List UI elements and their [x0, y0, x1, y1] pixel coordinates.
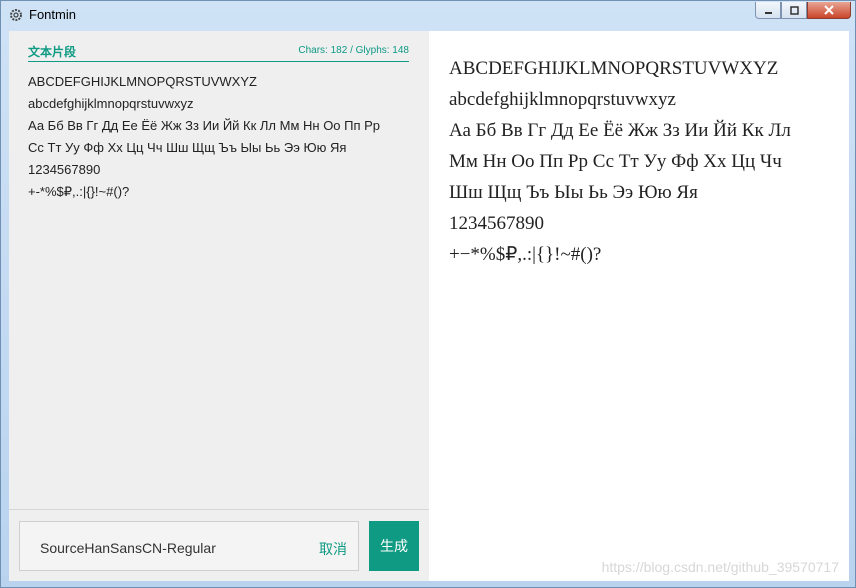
title-bar[interactable]: Fontmin [1, 1, 855, 29]
input-line-symbols: +-*%$₽,.:|{}!~#()? [28, 184, 130, 199]
maximize-button[interactable] [781, 2, 807, 19]
preview-line: +−*%$₽,.:|{}!~#()? [449, 244, 602, 265]
cancel-button[interactable]: 取消 [319, 539, 347, 559]
app-window: Fontmin 文本片段 Chars: 182 / Glyphs: 148 AB… [0, 0, 856, 588]
input-line-cyrillic-1: Аа Бб Вв Гг Дд Ее Ёё Жж Зз Ии Йй Кк Лл М… [28, 118, 381, 133]
glyph-stats: Chars: 182 / Glyphs: 148 [298, 45, 409, 56]
section-title: 文本片段 [28, 45, 77, 59]
generate-button[interactable]: 生成 [369, 521, 419, 571]
close-icon [824, 5, 834, 15]
preview-line: Шш Щщ Ъъ Ыы Ьь Ээ Юю Яя [449, 182, 698, 203]
client-area: 文本片段 Chars: 182 / Glyphs: 148 ABCDEFGHIJ… [9, 31, 849, 581]
input-line-cyrillic-2: Сс Тт Уу Фф Хх Цц Чч Шш Щщ Ъъ Ыы Ьь Ээ Ю… [28, 140, 347, 155]
preview-panel: ABCDEFGHIJKLMNOPQRSTUVWXYZ abcdefghijklm… [429, 31, 849, 581]
preview-text: ABCDEFGHIJKLMNOPQRSTUVWXYZ abcdefghijklm… [449, 53, 839, 270]
gear-icon [10, 9, 22, 21]
preview-line: abcdefghijklmnopqrstuvwxyz [449, 89, 676, 110]
preview-line: ABCDEFGHIJKLMNOPQRSTUVWXYZ [449, 58, 779, 79]
text-input[interactable]: ABCDEFGHIJKLMNOPQRSTUVWXYZ abcdefghijklm… [28, 71, 418, 203]
preview-line: Аа Бб Вв Гг Дд Ее Ёё Жж Зз Ии Йй Кк Лл [449, 120, 791, 141]
preview-line: Мм Нн Оо Пп Рр Сс Тт Уу Фф Хх Цц Чч [449, 151, 782, 172]
input-line-digits: 1234567890 [28, 162, 101, 177]
window-title: Fontmin [29, 7, 76, 22]
window-controls [755, 2, 851, 21]
text-section-header: 文本片段 Chars: 182 / Glyphs: 148 [28, 43, 409, 62]
font-file-field[interactable]: SourceHanSansCN-Regular 取消 [19, 521, 359, 571]
minimize-button[interactable] [755, 2, 781, 19]
minimize-icon [764, 11, 772, 14]
divider [9, 509, 429, 510]
font-file-name: SourceHanSansCN-Regular [40, 540, 216, 556]
close-button[interactable] [807, 2, 851, 19]
preview-line: 1234567890 [449, 213, 544, 234]
text-input-panel: 文本片段 Chars: 182 / Glyphs: 148 ABCDEFGHIJ… [9, 31, 429, 581]
input-line-lowercase: abcdefghijklmnopqrstuvwxyz [28, 96, 194, 111]
maximize-icon [789, 5, 799, 15]
input-line-uppercase: ABCDEFGHIJKLMNOPQRSTUVWXYZ [28, 74, 257, 89]
watermark-text: https://blog.csdn.net/github_39570717 [601, 559, 839, 575]
